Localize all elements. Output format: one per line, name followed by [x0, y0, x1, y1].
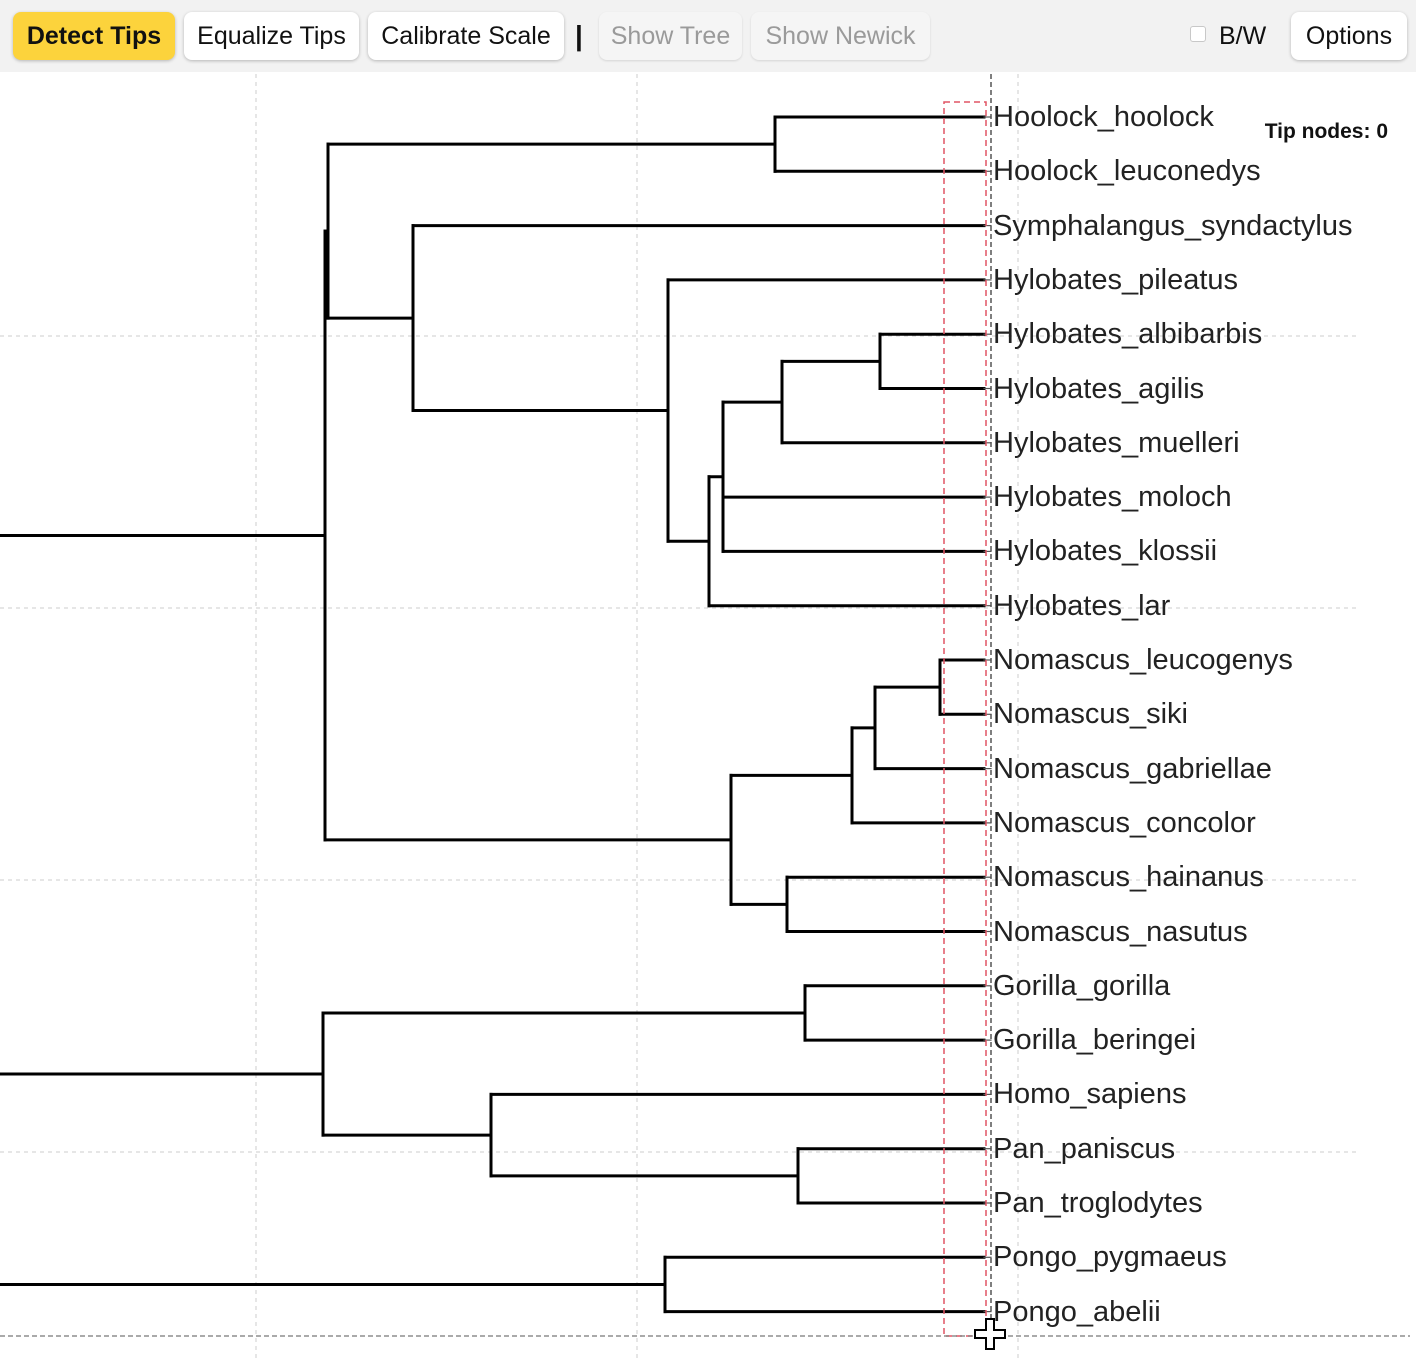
tip-label: Hoolock_hoolock: [993, 101, 1214, 133]
tip-label: Nomascus_hainanus: [993, 861, 1264, 894]
tip-label: Hoolock_leuconedys: [993, 155, 1261, 188]
tip-label: Nomascus_leucogenys: [993, 644, 1293, 676]
tip-label: Hylobates_muelleri: [993, 426, 1240, 459]
bw-checkbox[interactable]: [1190, 26, 1206, 42]
tree-image-canvas[interactable]: Hoolock_hoolock Hoolock_leuconedys Symphal…: [0, 72, 1416, 1366]
tip-label: Nomascus_nasutus: [993, 915, 1248, 948]
show-tree-button[interactable]: Show Tree: [599, 12, 742, 60]
toolbar-separator: |: [575, 20, 583, 51]
tip-label: Pan_paniscus: [993, 1132, 1176, 1165]
show-newick-button[interactable]: Show Newick: [751, 12, 930, 60]
selection-box: [943, 101, 987, 1337]
tip-nodes-count: Tip nodes: 0: [1264, 120, 1388, 143]
tip-label: Nomascus_concolor: [993, 806, 1256, 839]
tip-label: Hylobates_klossii: [993, 535, 1218, 568]
tip-label: Homo_sapiens: [993, 1078, 1187, 1111]
tip-branch-lines: [983, 116, 992, 1313]
calibrate-scale-button[interactable]: Calibrate Scale: [368, 12, 564, 60]
tip-label: Hylobates_albibarbis: [993, 318, 1263, 351]
toolbar: Detect Tips Equalize Tips Calibrate Scal…: [0, 0, 1416, 72]
tip-label: Nomascus_gabriellae: [993, 752, 1272, 785]
tip-label: Pongo_abelii: [993, 1295, 1161, 1328]
tree-branches: [0, 115, 986, 1314]
detect-tips-button[interactable]: Detect Tips: [13, 12, 175, 60]
tip-label: Hylobates_lar: [993, 589, 1171, 622]
options-button[interactable]: Options: [1291, 12, 1407, 60]
bw-label: B/W: [1219, 22, 1267, 50]
tip-label: Gorilla_gorilla: [993, 969, 1171, 1002]
tip-label: Symphalangus_syndactylus: [993, 209, 1353, 242]
tip-label: Hylobates_moloch: [993, 481, 1232, 514]
tip-label: Gorilla_beringei: [993, 1024, 1197, 1057]
tip-label: Pan_troglodytes: [993, 1187, 1203, 1219]
tip-label: Nomascus_siki: [993, 698, 1188, 731]
equalize-tips-button[interactable]: Equalize Tips: [184, 12, 359, 60]
tip-label: Pongo_pygmaeus: [993, 1241, 1227, 1274]
tip-label: Hylobates_agilis: [993, 372, 1205, 405]
tip-label: Hylobates_pileatus: [993, 263, 1239, 296]
